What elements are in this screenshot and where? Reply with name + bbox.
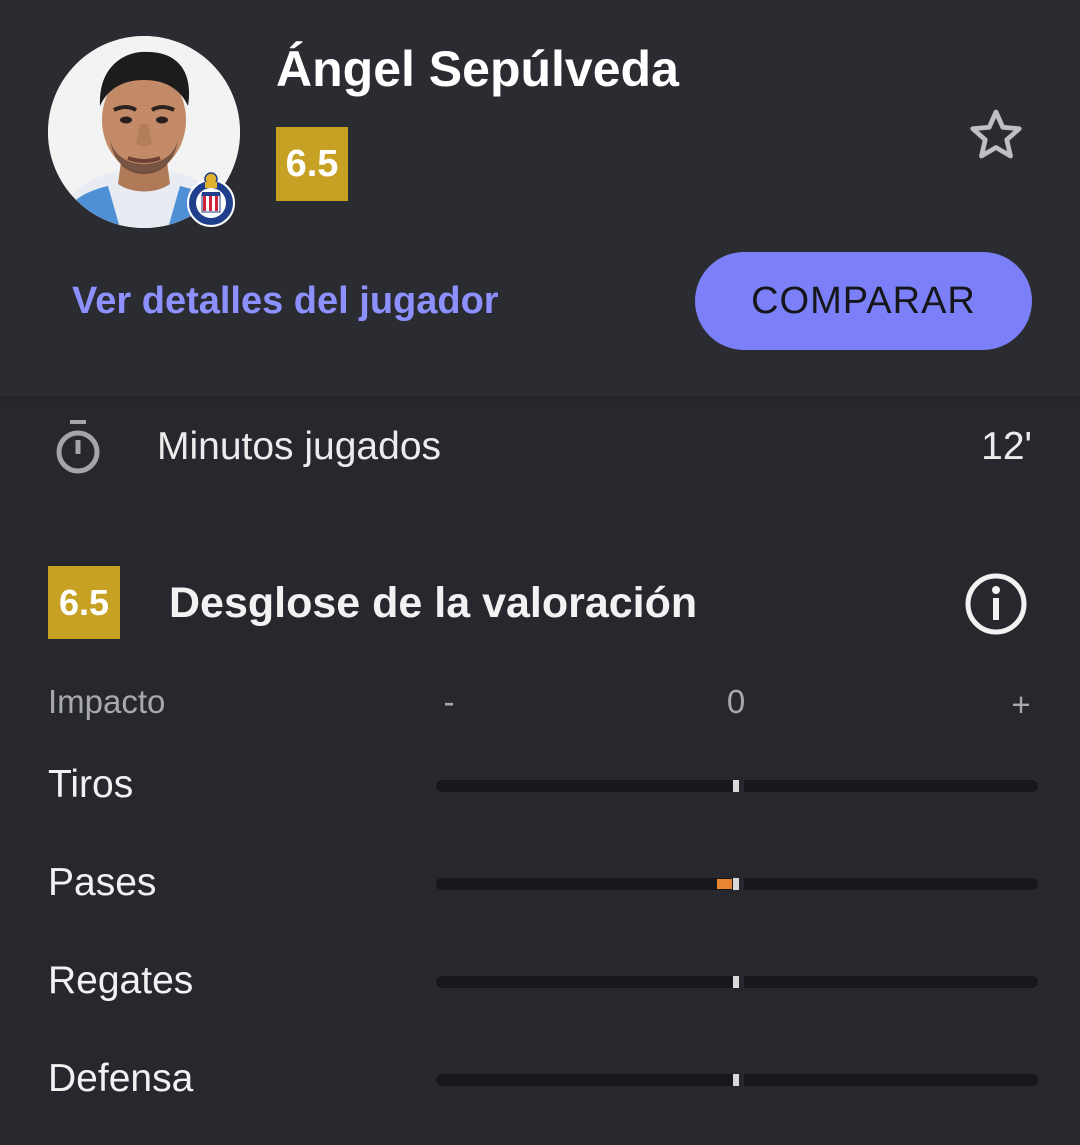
stat-row-defensa: Defensa <box>0 1044 1080 1114</box>
stat-label: Pases <box>48 861 157 904</box>
impact-bar <box>436 1074 1038 1086</box>
zero-marker <box>733 878 739 890</box>
zero-marker <box>733 976 739 988</box>
player-details-link[interactable]: Ver detalles del jugador <box>72 272 499 330</box>
stat-row-regates: Regates <box>0 946 1080 1016</box>
info-icon <box>965 573 1027 635</box>
impact-bar <box>436 976 1038 988</box>
compare-button[interactable]: COMPARAR <box>695 252 1032 350</box>
stat-label: Regates <box>48 959 194 1002</box>
header-divider <box>0 396 1080 406</box>
impact-scale-plus: + <box>1011 686 1031 723</box>
club-crest-icon <box>186 170 236 228</box>
zero-marker <box>733 780 739 792</box>
info-button[interactable] <box>962 570 1030 638</box>
impact-column-label: Impacto <box>48 683 166 720</box>
minutes-played-value: 12' <box>981 425 1032 468</box>
player-name: Ángel Sepúlveda <box>276 41 679 97</box>
minutes-played-label: Minutos jugados <box>157 425 442 468</box>
breakdown-rating-badge: 6.5 <box>48 566 120 639</box>
stat-row-pases: Pases <box>0 848 1080 918</box>
stat-label: Tiros <box>48 763 134 806</box>
player-rating-badge: 6.5 <box>276 127 348 201</box>
impact-scale-zero: 0 <box>726 683 746 720</box>
impact-bar <box>436 780 1038 792</box>
impact-bar <box>436 878 1038 890</box>
impact-fill <box>717 879 732 889</box>
star-outline-icon <box>970 109 1022 159</box>
zero-marker <box>733 1074 739 1086</box>
stopwatch-icon <box>50 418 106 478</box>
stat-label: Defensa <box>48 1057 194 1100</box>
rating-breakdown-title: Desglose de la valoración <box>169 579 698 627</box>
favorite-star-button[interactable] <box>960 102 1032 168</box>
impact-scale-minus: - <box>443 683 455 720</box>
stat-row-tiros: Tiros <box>0 750 1080 820</box>
